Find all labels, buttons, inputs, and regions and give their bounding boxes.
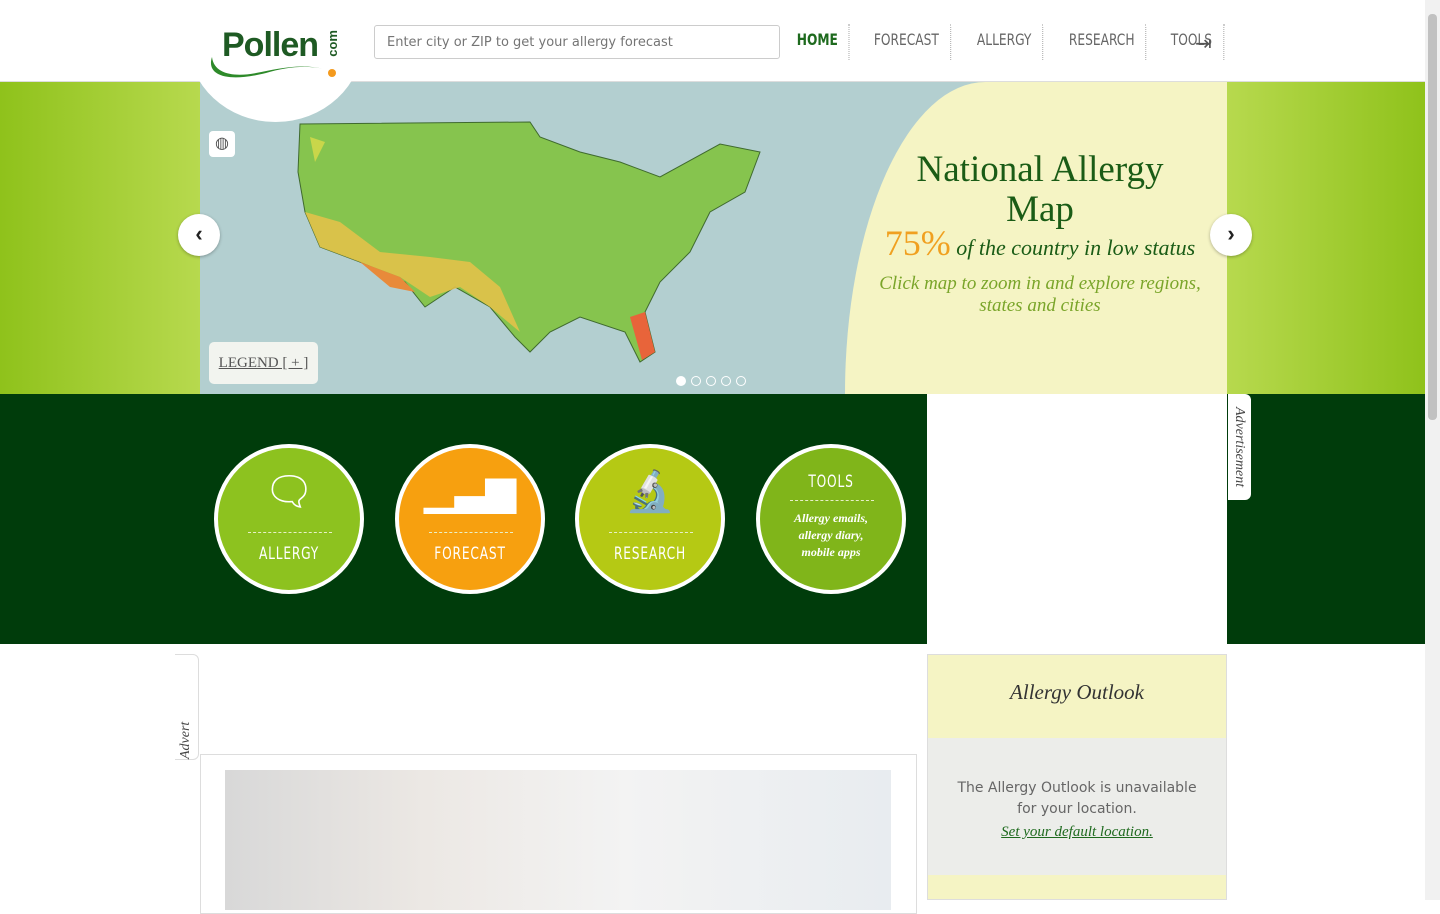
article-card[interactable] — [200, 754, 917, 914]
circle-label: TOOLS — [808, 472, 854, 492]
nav-forecast[interactable]: FORECAST — [863, 24, 952, 60]
slide-dot[interactable] — [676, 376, 686, 386]
advertisement-tab: Advertisement — [1228, 394, 1251, 500]
tools-circle[interactable]: TOOLS Allergy emails, allergy diary, mob… — [756, 444, 906, 594]
next-slide-button[interactable]: › — [1210, 214, 1252, 256]
slide-dot[interactable] — [721, 376, 731, 386]
scrollbar-thumb[interactable] — [1428, 14, 1437, 420]
nav-research[interactable]: RESEARCH — [1058, 24, 1147, 60]
circle-label: FORECAST — [434, 544, 506, 564]
bar-chart-icon: ▁▃▆ — [423, 469, 517, 513]
band-right — [1227, 394, 1425, 644]
feature-band: 🗨 ALLERGY ▁▃▆ FORECAST 🔬 RESEARCH TOOLS … — [0, 394, 927, 644]
logo-suffix: com — [325, 30, 340, 57]
set-location-link[interactable]: Set your default location. — [928, 824, 1226, 841]
percent-low: 75% — [884, 223, 951, 263]
hero-left-bg — [0, 82, 200, 394]
allergy-circle[interactable]: 🗨 ALLERGY — [214, 444, 364, 594]
outlook-message: The Allergy Outlook is unavailable for y… — [957, 780, 1197, 817]
allergy-outlook: Allergy Outlook The Allergy Outlook is u… — [927, 654, 1227, 900]
circle-label: RESEARCH — [613, 544, 687, 564]
sign-in-icon[interactable]: ⇥ — [1195, 31, 1212, 56]
outlook-footer — [928, 875, 1226, 899]
slide-dot[interactable] — [736, 376, 746, 386]
research-circle[interactable]: 🔬 RESEARCH — [575, 444, 725, 594]
hero-carousel: National Allergy Map 75% of the country … — [0, 82, 1425, 394]
microscope-icon: 🔬 — [625, 470, 675, 514]
outlook-title: Allergy Outlook — [928, 655, 1226, 738]
forecast-circle[interactable]: ▁▃▆ FORECAST — [395, 444, 545, 594]
hero-stat: 75% of the country in low status — [880, 222, 1200, 264]
slide-dot[interactable] — [706, 376, 716, 386]
tools-description: Allergy emails, allergy diary, mobile ap… — [794, 511, 868, 559]
hero-title: National Allergy Map — [916, 149, 1164, 230]
hero-right-bg — [1227, 82, 1425, 394]
logo-swoosh — [210, 57, 324, 78]
chat-bubble-icon: 🗨 — [263, 470, 315, 514]
stat-text: of the country in low status — [956, 235, 1196, 260]
scrollbar[interactable] — [1425, 0, 1440, 900]
nav-allergy[interactable]: ALLERGY — [966, 24, 1044, 60]
search-input[interactable] — [374, 25, 780, 59]
nav-tools[interactable]: TOOLS — [1160, 24, 1225, 60]
legend-toggle[interactable]: LEGEND [ + ] — [209, 342, 318, 384]
advert-tab: Advert — [175, 654, 199, 760]
logo-dot — [328, 69, 336, 77]
globe-icon[interactable]: ◍ — [209, 131, 235, 157]
carousel-dots — [676, 376, 746, 386]
slide-dot[interactable] — [691, 376, 701, 386]
article-photo — [225, 770, 891, 910]
main-nav: HOME FORECAST ALLERGY RESEARCH TOOLS — [780, 24, 1230, 60]
hero-subtitle: Click map to zoom in and explore regions… — [879, 273, 1201, 316]
prev-slide-button[interactable]: ‹ — [178, 214, 220, 256]
circle-label: ALLERGY — [258, 544, 320, 564]
nav-home[interactable]: HOME — [786, 24, 850, 60]
